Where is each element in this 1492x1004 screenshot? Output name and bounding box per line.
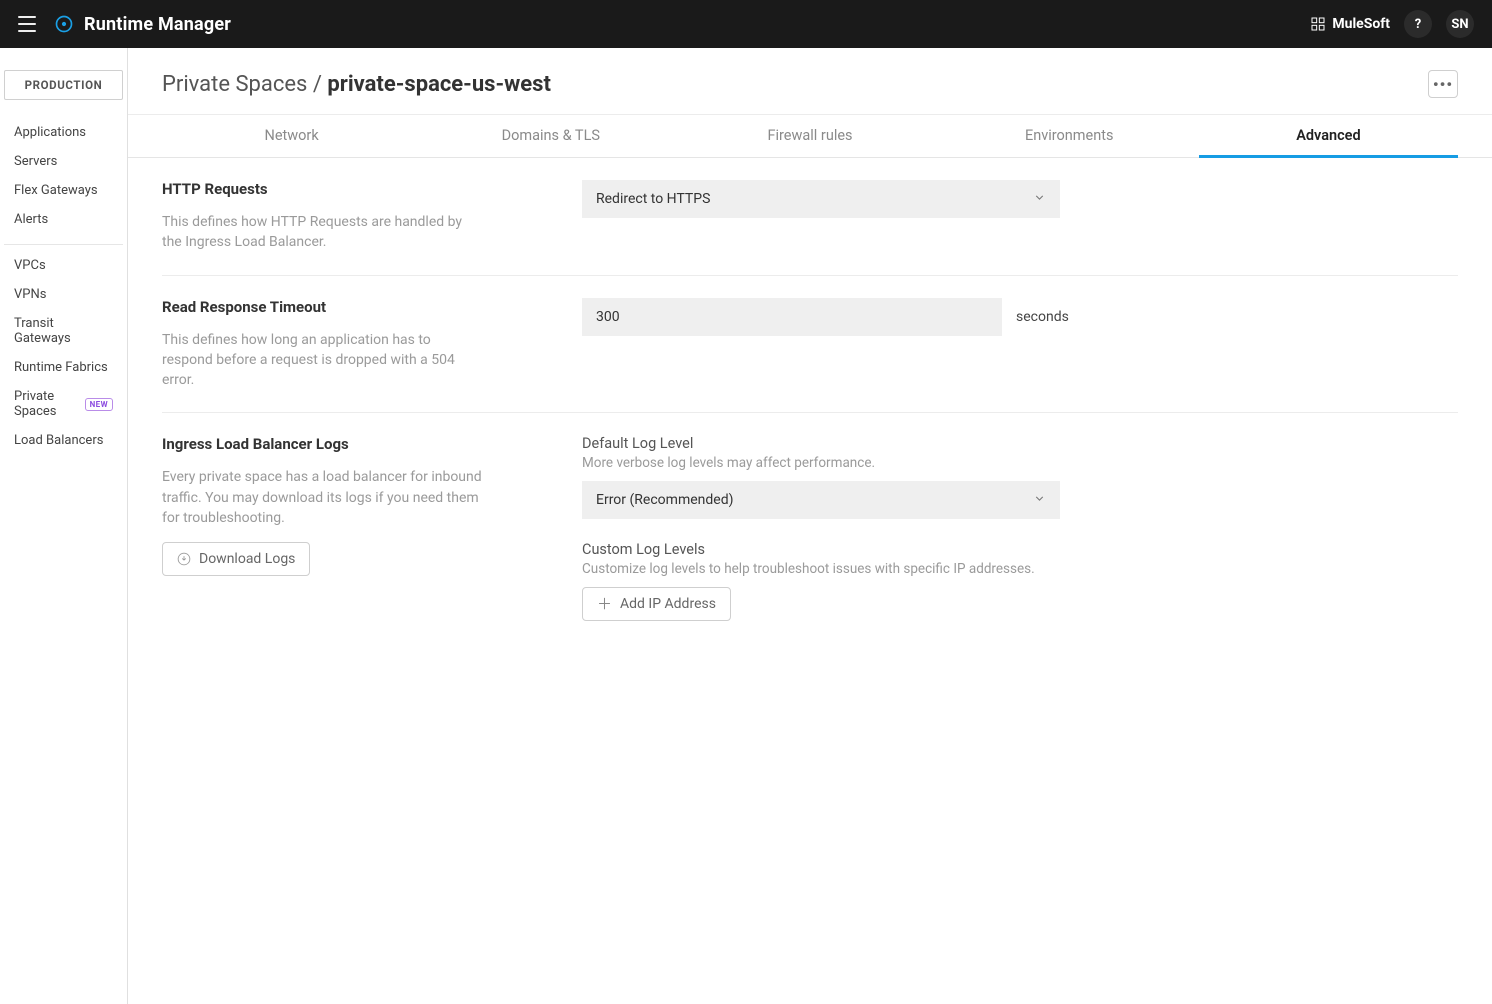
custom-log-levels-desc: Customize log levels to help troubleshoo… bbox=[582, 561, 1458, 577]
section-title: Ingress Load Balancer Logs bbox=[162, 435, 552, 453]
main-content: Private Spaces / private-space-us-west •… bbox=[128, 48, 1492, 1004]
download-icon bbox=[177, 552, 191, 566]
sidebar-divider bbox=[4, 244, 123, 245]
logo-icon bbox=[54, 14, 74, 34]
section-http-requests: HTTP Requests This defines how HTTP Requ… bbox=[162, 158, 1458, 276]
breadcrumb: Private Spaces / private-space-us-west bbox=[162, 72, 551, 97]
default-log-level-desc: More verbose log levels may affect perfo… bbox=[582, 455, 1458, 471]
button-label: Download Logs bbox=[199, 551, 295, 567]
section-description: This defines how HTTP Requests are handl… bbox=[162, 212, 482, 253]
new-badge: NEW bbox=[85, 398, 113, 411]
select-value: Error (Recommended) bbox=[596, 492, 733, 508]
sidebar-item-label: Alerts bbox=[14, 212, 48, 227]
sidebar-item-vpns[interactable]: VPNs bbox=[4, 280, 123, 309]
tab-bar: Network Domains & TLS Firewall rules Env… bbox=[128, 115, 1492, 158]
sidebar-item-runtime-fabrics[interactable]: Runtime Fabrics bbox=[4, 353, 123, 382]
sidebar-item-label: Runtime Fabrics bbox=[14, 360, 108, 375]
default-log-level-select[interactable]: Error (Recommended) bbox=[582, 481, 1060, 519]
tab-firewall[interactable]: Firewall rules bbox=[680, 115, 939, 157]
section-lb-logs: Ingress Load Balancer Logs Every private… bbox=[162, 413, 1458, 665]
ellipsis-icon: ••• bbox=[1433, 75, 1453, 94]
sidebar-item-alerts[interactable]: Alerts bbox=[4, 205, 123, 234]
select-value: Redirect to HTTPS bbox=[596, 191, 710, 207]
sidebar-item-label: VPNs bbox=[14, 287, 46, 302]
hamburger-menu-icon[interactable] bbox=[18, 16, 36, 32]
brand-link[interactable]: MuleSoft bbox=[1310, 16, 1390, 32]
sidebar-item-label: Private Spaces bbox=[14, 389, 79, 419]
sidebar-item-flex-gateways[interactable]: Flex Gateways bbox=[4, 176, 123, 205]
download-logs-button[interactable]: Download Logs bbox=[162, 542, 310, 576]
top-bar: Runtime Manager MuleSoft ? SN bbox=[0, 0, 1492, 48]
tab-network[interactable]: Network bbox=[162, 115, 421, 157]
breadcrumb-parent[interactable]: Private Spaces bbox=[162, 72, 307, 97]
timeout-input[interactable] bbox=[582, 298, 1002, 336]
sidebar-item-private-spaces[interactable]: Private Spaces NEW bbox=[4, 382, 123, 426]
app-title: Runtime Manager bbox=[84, 14, 231, 35]
sidebar-item-label: Servers bbox=[14, 154, 57, 169]
sidebar-item-load-balancers[interactable]: Load Balancers bbox=[4, 426, 123, 455]
sidebar: PRODUCTION Applications Servers Flex Gat… bbox=[0, 48, 128, 1004]
section-read-timeout: Read Response Timeout This defines how l… bbox=[162, 276, 1458, 414]
chevron-down-icon bbox=[1033, 492, 1046, 509]
section-description: This defines how long an application has… bbox=[162, 330, 482, 391]
sidebar-item-vpcs[interactable]: VPCs bbox=[4, 251, 123, 280]
brand-link-label: MuleSoft bbox=[1332, 16, 1390, 32]
breadcrumb-current: private-space-us-west bbox=[327, 72, 551, 97]
sidebar-item-transit-gateways[interactable]: Transit Gateways bbox=[4, 309, 123, 353]
breadcrumb-separator: / bbox=[307, 72, 327, 97]
button-label: Add IP Address bbox=[620, 596, 716, 612]
section-description: Every private space has a load balancer … bbox=[162, 467, 482, 528]
more-actions-button[interactable]: ••• bbox=[1428, 70, 1458, 98]
sidebar-item-applications[interactable]: Applications bbox=[4, 118, 123, 147]
add-ip-address-button[interactable]: ＋ Add IP Address bbox=[582, 587, 731, 621]
sidebar-item-label: Applications bbox=[14, 125, 86, 140]
app-logo[interactable]: Runtime Manager bbox=[54, 14, 231, 35]
chevron-down-icon bbox=[1033, 191, 1046, 208]
user-avatar[interactable]: SN bbox=[1446, 10, 1474, 38]
tab-domains-tls[interactable]: Domains & TLS bbox=[421, 115, 680, 157]
sidebar-item-label: Load Balancers bbox=[14, 433, 103, 448]
timeout-unit: seconds bbox=[1016, 309, 1069, 325]
section-title: HTTP Requests bbox=[162, 180, 552, 198]
section-title: Read Response Timeout bbox=[162, 298, 552, 316]
tab-advanced[interactable]: Advanced bbox=[1199, 115, 1458, 158]
sidebar-item-label: Flex Gateways bbox=[14, 183, 98, 198]
sidebar-item-servers[interactable]: Servers bbox=[4, 147, 123, 176]
custom-log-levels-label: Custom Log Levels bbox=[582, 541, 1458, 558]
plus-icon: ＋ bbox=[597, 597, 612, 612]
http-requests-select[interactable]: Redirect to HTTPS bbox=[582, 180, 1060, 218]
page-header: Private Spaces / private-space-us-west •… bbox=[128, 48, 1492, 114]
sidebar-item-label: VPCs bbox=[14, 258, 46, 273]
sidebar-item-label: Transit Gateways bbox=[14, 316, 113, 346]
default-log-level-label: Default Log Level bbox=[582, 435, 1458, 452]
tab-environments[interactable]: Environments bbox=[940, 115, 1199, 157]
help-button[interactable]: ? bbox=[1404, 10, 1432, 38]
environment-selector[interactable]: PRODUCTION bbox=[4, 70, 123, 100]
grid-icon bbox=[1310, 16, 1326, 32]
